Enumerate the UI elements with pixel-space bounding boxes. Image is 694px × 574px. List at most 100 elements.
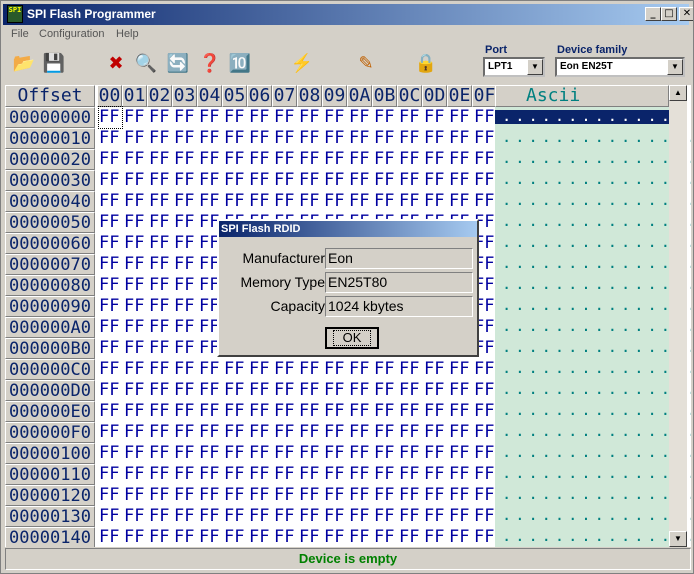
hex-byte[interactable]: FF (224, 107, 247, 128)
verify-chip-icon[interactable]: ❓ (197, 50, 223, 76)
hex-byte[interactable]: FF (449, 527, 472, 547)
maximize-button[interactable]: □ (661, 7, 677, 21)
hex-byte[interactable]: FF (124, 212, 147, 233)
hex-byte[interactable]: FF (274, 506, 297, 527)
hex-byte[interactable]: FF (149, 401, 172, 422)
hex-byte[interactable]: FF (449, 506, 472, 527)
chevron-down-icon[interactable]: ▼ (527, 59, 543, 75)
menu-configuration[interactable]: Configuration (39, 28, 104, 40)
hex-byte[interactable]: FF (399, 464, 422, 485)
hex-byte[interactable]: FF (324, 422, 347, 443)
hex-byte[interactable]: FF (199, 149, 222, 170)
ascii-row[interactable]: ................ (503, 320, 691, 334)
hex-byte[interactable]: FF (224, 359, 247, 380)
hex-byte[interactable]: FF (349, 128, 372, 149)
hex-byte[interactable]: FF (324, 401, 347, 422)
hex-byte[interactable]: FF (474, 485, 497, 506)
hex-byte[interactable]: FF (424, 464, 447, 485)
hex-byte[interactable]: FF (374, 401, 397, 422)
hex-byte[interactable]: FF (224, 506, 247, 527)
hex-byte[interactable]: FF (399, 170, 422, 191)
hex-byte[interactable]: FF (199, 107, 222, 128)
menu-help[interactable]: Help (116, 28, 139, 40)
hex-byte[interactable]: FF (124, 191, 147, 212)
hex-byte[interactable]: FF (199, 464, 222, 485)
hex-byte[interactable]: FF (249, 443, 272, 464)
ascii-row[interactable]: ................ (503, 425, 691, 439)
hex-byte[interactable]: FF (449, 128, 472, 149)
hex-byte[interactable]: FF (449, 464, 472, 485)
hex-byte[interactable]: FF (99, 254, 122, 275)
ascii-column[interactable]: ........................................… (495, 107, 691, 547)
hex-byte[interactable]: FF (224, 191, 247, 212)
hex-byte[interactable]: FF (174, 422, 197, 443)
open-file-icon[interactable]: 📂 (11, 50, 37, 76)
hex-byte[interactable]: FF (149, 317, 172, 338)
hex-byte[interactable]: FF (399, 191, 422, 212)
hex-byte[interactable]: FF (349, 527, 372, 547)
hex-byte[interactable]: FF (474, 506, 497, 527)
ascii-row[interactable]: ................ (503, 383, 691, 397)
ascii-row[interactable]: ................ (503, 236, 691, 250)
hex-byte[interactable]: FF (324, 506, 347, 527)
hex-byte[interactable]: FF (274, 128, 297, 149)
hex-byte[interactable]: FF (299, 422, 322, 443)
hex-byte[interactable]: FF (299, 506, 322, 527)
hex-byte[interactable]: FF (324, 128, 347, 149)
hex-byte[interactable]: FF (249, 464, 272, 485)
blank-check-icon[interactable]: 🔟 (227, 50, 253, 76)
hex-byte[interactable]: FF (249, 485, 272, 506)
ascii-row[interactable]: ................ (503, 341, 691, 355)
hex-byte[interactable]: FF (174, 380, 197, 401)
hex-byte[interactable]: FF (124, 128, 147, 149)
port-select[interactable]: LPT1 ▼ (483, 57, 545, 77)
hex-byte[interactable]: FF (174, 485, 197, 506)
hex-byte[interactable]: FF (124, 422, 147, 443)
hex-byte[interactable]: FF (99, 212, 122, 233)
hex-byte[interactable]: FF (374, 107, 397, 128)
hex-byte[interactable]: FF (99, 380, 122, 401)
hex-byte[interactable]: FF (274, 107, 297, 128)
hex-byte[interactable]: FF (449, 401, 472, 422)
hex-byte[interactable]: FF (124, 359, 147, 380)
hex-byte[interactable]: FF (449, 359, 472, 380)
hex-byte[interactable]: FF (249, 107, 272, 128)
hex-byte[interactable]: FF (174, 254, 197, 275)
hex-byte[interactable]: FF (274, 464, 297, 485)
hex-byte[interactable]: FF (299, 443, 322, 464)
hex-byte[interactable]: FF (324, 485, 347, 506)
hex-byte[interactable]: FF (99, 506, 122, 527)
hex-byte[interactable]: FF (474, 380, 497, 401)
read-chip-icon[interactable]: 🔍 (133, 50, 159, 76)
hex-byte[interactable]: FF (149, 506, 172, 527)
ascii-row[interactable]: ................ (503, 131, 691, 145)
hex-byte[interactable]: FF (149, 359, 172, 380)
hex-byte[interactable]: FF (149, 485, 172, 506)
hex-byte[interactable]: FF (224, 527, 247, 547)
vertical-scrollbar[interactable]: ▲ ▼ (669, 85, 687, 547)
hex-byte[interactable]: FF (349, 506, 372, 527)
hex-byte[interactable]: FF (149, 527, 172, 547)
ascii-row[interactable]: ................ (503, 257, 691, 271)
hex-byte[interactable]: FF (199, 380, 222, 401)
hex-byte[interactable]: FF (399, 527, 422, 547)
hex-byte[interactable]: FF (349, 149, 372, 170)
hex-byte[interactable]: FF (149, 275, 172, 296)
ascii-row[interactable]: ................ (503, 446, 691, 460)
hex-byte[interactable]: FF (124, 296, 147, 317)
title-bar[interactable]: SPI SPI Flash Programmer _ □ ✕ (3, 4, 693, 25)
hex-byte[interactable]: FF (174, 338, 197, 359)
ok-button[interactable]: OK (325, 327, 379, 349)
hex-byte[interactable]: FF (99, 527, 122, 547)
hex-byte[interactable]: FF (99, 422, 122, 443)
hex-byte[interactable]: FF (474, 527, 497, 547)
hex-byte[interactable]: FF (98, 106, 123, 129)
hex-byte[interactable]: FF (249, 380, 272, 401)
hex-byte[interactable]: FF (99, 149, 122, 170)
hex-byte[interactable]: FF (224, 128, 247, 149)
hex-byte[interactable]: FF (124, 170, 147, 191)
hex-byte[interactable]: FF (424, 359, 447, 380)
ascii-row[interactable]: ................ (503, 467, 691, 481)
hex-byte[interactable]: FF (349, 443, 372, 464)
hex-byte[interactable]: FF (124, 233, 147, 254)
